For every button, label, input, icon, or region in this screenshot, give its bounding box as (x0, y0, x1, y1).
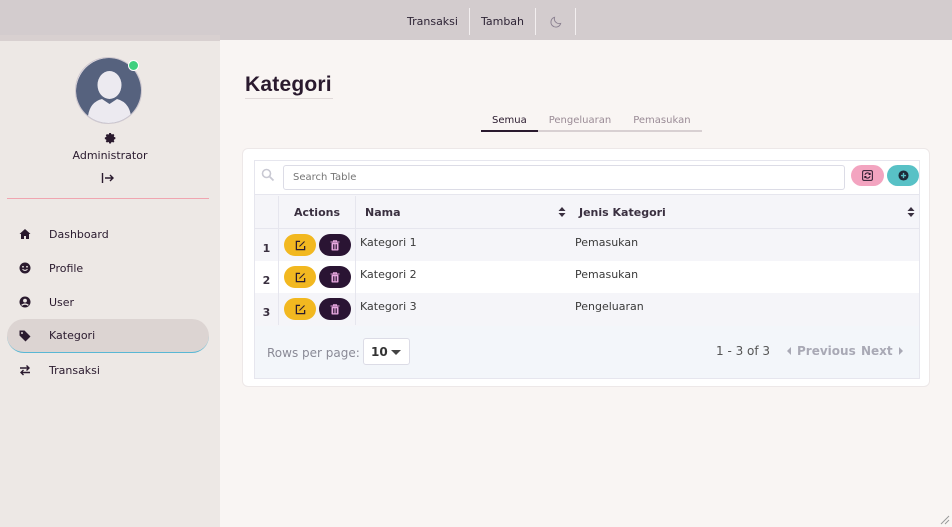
sidebar-item-dashboard[interactable]: Dashboard (7, 217, 209, 251)
table-header: Actions Nama Jenis Kategori (255, 196, 919, 229)
sidebar-item-label: User (49, 295, 75, 309)
online-status-dot (128, 60, 139, 71)
table-footer: Rows per page: 10 1 - 3 of 3 Previous Ne… (255, 326, 919, 378)
refresh-button[interactable] (851, 165, 884, 186)
table-toolbar (255, 161, 919, 195)
data-table: Actions Nama Jenis Kategori 1 Kategori 1… (254, 160, 920, 379)
edit-icon (295, 272, 305, 282)
trash-icon (330, 271, 340, 282)
rows-per-page-select[interactable]: 10 (363, 338, 410, 365)
cell-nama: Kategori 3 (360, 300, 417, 313)
sidebar-item-label: Kategori (49, 329, 96, 342)
sort-icon[interactable] (558, 207, 566, 217)
sidebar-item-profile[interactable]: Profile (7, 251, 209, 285)
chevron-left-icon (787, 347, 791, 355)
user-circle-icon (19, 296, 31, 308)
settings-button[interactable] (104, 130, 117, 144)
sidebar-menu: Dashboard Profile User Kategori Transaks… (7, 217, 209, 387)
row-actions (279, 229, 356, 261)
sidebar-item-kategori[interactable]: Kategori (7, 319, 209, 353)
row-number: 3 (255, 293, 279, 325)
top-bar: Transaksi Tambah (0, 0, 952, 40)
smile-icon (19, 262, 31, 274)
delete-button[interactable] (319, 234, 351, 256)
sidebar-item-label: Dashboard (49, 227, 109, 241)
rows-per-page-label: Rows per page: (267, 346, 360, 360)
nav-tambah[interactable]: Tambah (470, 8, 537, 35)
row-actions (279, 293, 356, 325)
exchange-icon (19, 364, 31, 376)
tag-icon (19, 330, 31, 342)
trash-icon (330, 239, 340, 250)
delete-button[interactable] (319, 266, 351, 288)
header-jenis-label: Jenis Kategori (579, 206, 666, 219)
next-page-button[interactable]: Next (861, 344, 903, 358)
gear-icon (104, 133, 116, 144)
tab-pemasukan[interactable]: Pemasukan (622, 111, 701, 130)
chevron-down-icon (391, 350, 401, 355)
moon-icon (550, 16, 561, 28)
sidebar-item-label: Transaksi (49, 363, 100, 377)
username: Administrator (72, 149, 148, 162)
header-nama-label: Nama (365, 206, 401, 219)
search-icon (261, 168, 275, 182)
sidebar-item-transaksi[interactable]: Transaksi (7, 353, 209, 387)
pagination-range: 1 - 3 of 3 (716, 344, 771, 358)
delete-button[interactable] (319, 298, 351, 320)
top-nav: Transaksi Tambah (407, 8, 577, 35)
header-actions: Actions (279, 196, 356, 229)
table-row: 3 Kategori 3 Pengeluaran (255, 293, 919, 325)
nav-transaksi[interactable]: Transaksi (407, 8, 470, 35)
header-nama[interactable]: Nama (356, 196, 569, 229)
search-input[interactable] (283, 165, 845, 190)
tab-semua[interactable]: Semua (481, 111, 538, 132)
cell-jenis-kategori: Pemasukan (575, 236, 639, 249)
sidebar-divider (7, 198, 209, 199)
resize-handle-icon[interactable] (940, 515, 950, 525)
edit-icon (295, 304, 305, 314)
logout-icon (101, 173, 114, 183)
next-label: Next (861, 344, 893, 358)
previous-label: Previous (797, 344, 856, 358)
header-jenis-kategori[interactable]: Jenis Kategori (569, 196, 919, 229)
edit-button[interactable] (284, 266, 316, 288)
trash-icon (330, 303, 340, 314)
chevron-right-icon (898, 347, 903, 355)
sidebar: Administrator Dashboard Profile User Kat… (0, 35, 220, 527)
cell-nama: Kategori 1 (360, 236, 417, 249)
title-underline (245, 98, 333, 99)
edit-button[interactable] (284, 298, 316, 320)
header-row-number (255, 196, 279, 229)
tab-pengeluaran[interactable]: Pengeluaran (538, 111, 623, 130)
table-row: 1 Kategori 1 Pemasukan (255, 229, 919, 261)
table-card: Actions Nama Jenis Kategori 1 Kategori 1… (242, 148, 930, 387)
cell-jenis-kategori: Pemasukan (575, 268, 639, 281)
sidebar-item-user[interactable]: User (7, 285, 209, 319)
row-actions (279, 261, 356, 293)
cell-jenis-kategori: Pengeluaran (575, 300, 644, 313)
edit-button[interactable] (284, 234, 316, 256)
previous-page-button[interactable]: Previous (787, 344, 856, 358)
theme-toggle-button[interactable] (536, 8, 577, 35)
page-title: Kategori (245, 73, 332, 96)
refresh-icon (862, 170, 873, 181)
logout-button[interactable] (101, 170, 115, 184)
rows-per-page-value: 10 (371, 344, 388, 359)
home-icon (19, 228, 31, 240)
table-row: 2 Kategori 2 Pemasukan (255, 261, 919, 293)
row-number: 1 (255, 229, 279, 261)
category-tabs: Semua Pengeluaran Pemasukan (481, 111, 702, 132)
add-category-button[interactable] (887, 165, 919, 186)
avatar[interactable] (75, 57, 142, 124)
sort-icon[interactable] (907, 207, 915, 217)
cell-nama: Kategori 2 (360, 268, 417, 281)
row-number: 2 (255, 261, 279, 293)
sidebar-item-label: Profile (49, 261, 84, 275)
edit-icon (295, 240, 305, 250)
plus-circle-icon (897, 170, 909, 181)
